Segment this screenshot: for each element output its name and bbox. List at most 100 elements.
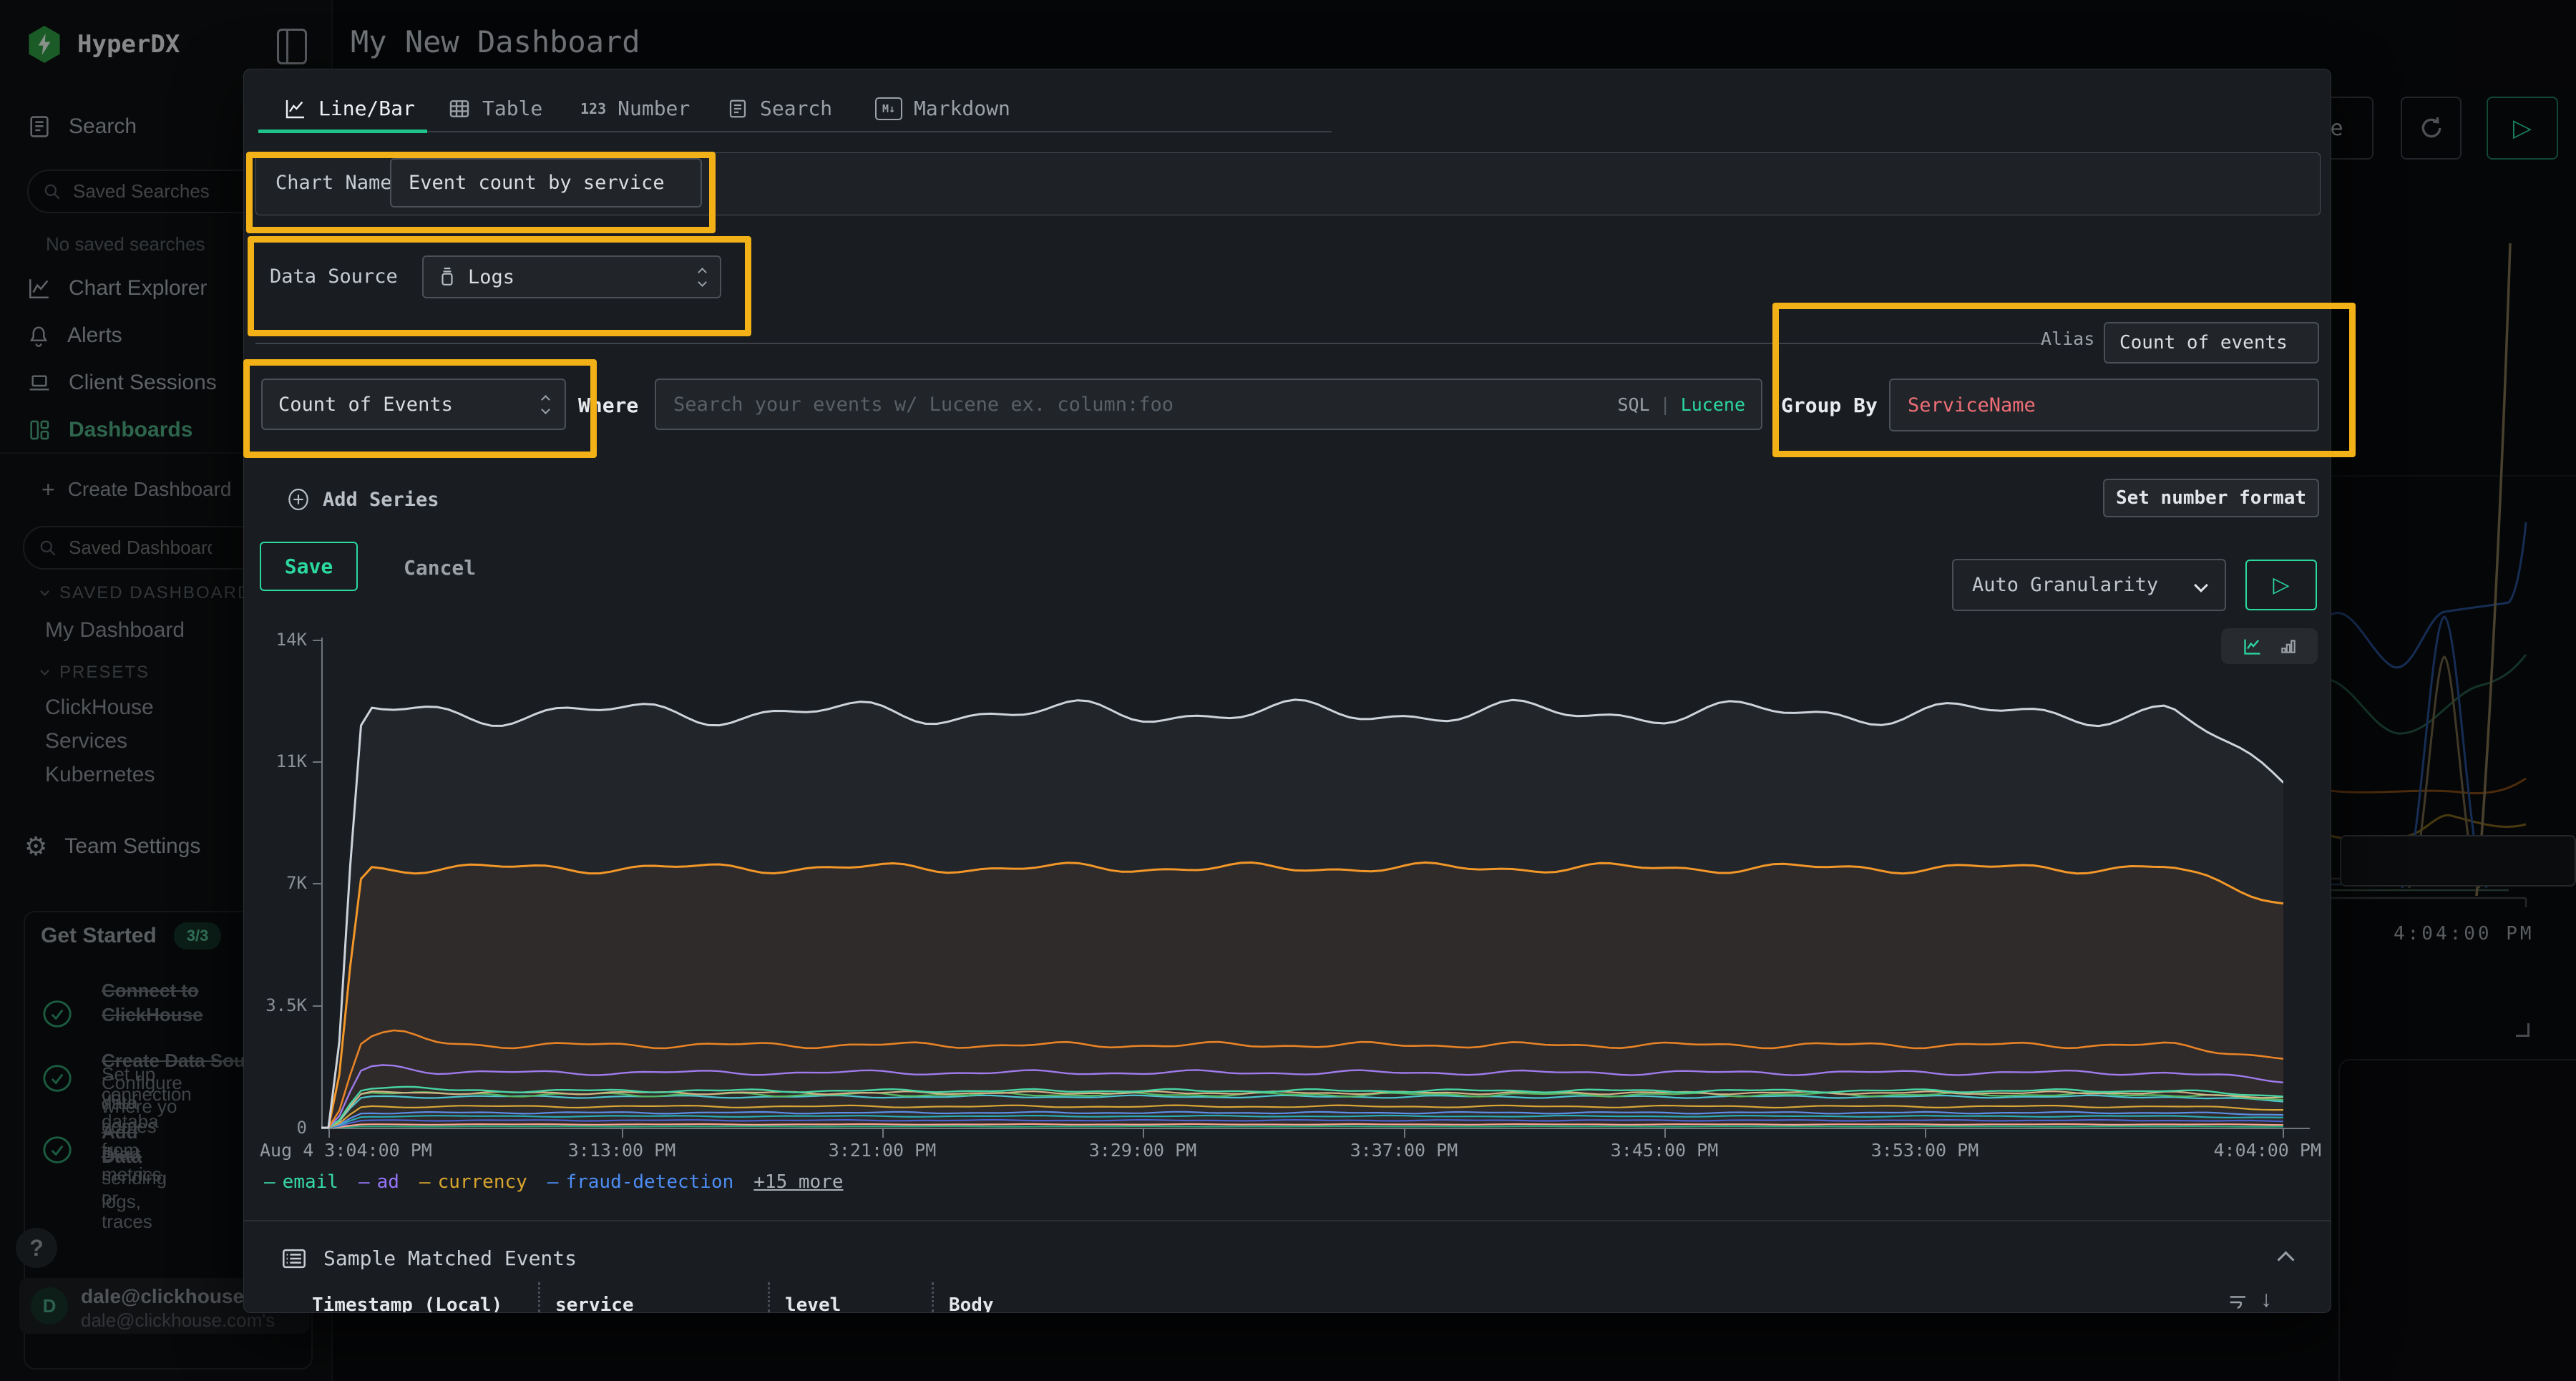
y-tick — [313, 1005, 321, 1007]
where-input[interactable]: SQL | Lucene — [655, 379, 1762, 430]
x-tick-label: 4:04:00 PM — [2213, 1140, 2321, 1161]
x-tick-label: 3:45:00 PM — [1611, 1140, 1719, 1161]
sort-icon[interactable] — [2228, 1293, 2249, 1312]
column-header-level[interactable]: level — [785, 1294, 841, 1313]
y-tick-label: 7K — [243, 872, 307, 894]
app-root: HyperDX Search No saved searches Chart E… — [0, 0, 2576, 1381]
tab-number[interactable]: 123 Number — [580, 97, 690, 120]
chart-name-input[interactable] — [390, 158, 702, 208]
y-tick-label: 0 — [243, 1117, 307, 1138]
select-chevrons-icon — [542, 396, 549, 413]
document-icon — [727, 97, 748, 120]
x-tick-label: 3:53:00 PM — [1871, 1140, 1979, 1161]
legend-dash: — — [264, 1171, 275, 1193]
legend-label: currency — [438, 1171, 527, 1193]
column-header-timestamp[interactable]: Timestamp (Local) — [312, 1294, 502, 1313]
run-chart-button[interactable]: ▷ — [2245, 560, 2317, 610]
x-tick — [1925, 1129, 1926, 1138]
x-tick — [328, 1129, 330, 1138]
group-by-label: Group By — [1781, 394, 1878, 417]
data-source-select[interactable]: Logs — [422, 255, 721, 298]
legend-dash: — — [358, 1171, 370, 1193]
x-tick-label: 3:37:00 PM — [1350, 1140, 1458, 1161]
toggle-divider: | — [1660, 394, 1671, 415]
tab-search[interactable]: Search — [727, 97, 832, 120]
chart-editor-modal: Line/Bar Table 123 Number Search M↓ Mark… — [243, 69, 2331, 1313]
tab-label: Table — [482, 97, 542, 120]
legend-more-link[interactable]: +15 more — [753, 1171, 843, 1193]
download-icon[interactable]: ↓ — [2260, 1286, 2272, 1312]
list-icon — [282, 1249, 306, 1269]
aggregation-select[interactable]: Count of Events — [261, 379, 566, 430]
legend-item-email[interactable]: — email — [264, 1171, 338, 1193]
where-field[interactable] — [672, 393, 1617, 416]
y-tick-label: 11K — [243, 751, 307, 772]
plus-circle-icon — [287, 488, 310, 511]
active-tab-underline — [258, 130, 427, 133]
x-tick-label: 3:29:00 PM — [1089, 1140, 1197, 1161]
tab-label: Search — [760, 97, 832, 120]
x-tick-label: 3:13:00 PM — [568, 1140, 676, 1161]
column-separator[interactable] — [932, 1282, 934, 1312]
data-source-label: Data Source — [270, 265, 398, 288]
tab-table[interactable]: Table — [448, 97, 542, 120]
series-divider — [255, 343, 2044, 344]
chart-legend: — email — ad — currency — fraud-detection +1… — [264, 1171, 844, 1193]
alias-input[interactable] — [2104, 322, 2319, 363]
legend-item-ad[interactable]: — ad — [358, 1171, 399, 1193]
collapse-panel-icon[interactable] — [2277, 1251, 2294, 1268]
column-separator[interactable] — [768, 1282, 770, 1312]
column-header-body[interactable]: Body — [949, 1294, 994, 1313]
section-divider — [244, 1220, 2331, 1221]
alias-label: Alias — [2041, 328, 2094, 349]
chevron-down-icon — [2194, 578, 2208, 592]
group-by-input[interactable] — [1889, 379, 2319, 431]
aggregation-value: Count of Events — [278, 394, 453, 416]
tab-label: Markdown — [914, 97, 1010, 120]
sample-events-header[interactable]: Sample Matched Events — [282, 1246, 577, 1270]
data-source-value: Logs — [468, 266, 514, 288]
database-icon — [438, 266, 457, 288]
tab-line-bar[interactable]: Line/Bar — [284, 97, 415, 120]
tab-markdown[interactable]: M↓ Markdown — [875, 97, 1010, 120]
lucene-toggle[interactable]: Lucene — [1681, 394, 1745, 415]
x-tick — [2283, 1129, 2284, 1138]
legend-item-fraud-detection[interactable]: — fraud-detection — [547, 1171, 733, 1193]
y-tick — [313, 883, 321, 884]
sql-toggle[interactable]: SQL — [1617, 394, 1649, 415]
cancel-button[interactable]: Cancel — [404, 556, 476, 580]
x-tick — [1143, 1129, 1144, 1138]
legend-dash: — — [547, 1171, 559, 1193]
select-chevrons-icon — [699, 269, 706, 286]
y-tick — [313, 640, 321, 641]
add-series-label: Add Series — [323, 489, 439, 511]
tab-label: Line/Bar — [318, 97, 415, 120]
chart-name-label: Chart Name — [275, 172, 392, 194]
legend-label: ad — [377, 1171, 399, 1193]
y-tick — [313, 761, 321, 763]
x-tick — [1404, 1129, 1405, 1138]
granularity-select[interactable]: Auto Granularity — [1952, 559, 2226, 611]
where-label: Where — [578, 394, 638, 417]
add-series-button[interactable]: Add Series — [287, 488, 439, 511]
query-language-toggle: SQL | Lucene — [1617, 394, 1745, 415]
column-header-service[interactable]: service — [555, 1294, 634, 1313]
save-button[interactable]: Save — [260, 542, 358, 591]
y-tick-label: 14K — [243, 629, 307, 650]
legend-dash: — — [419, 1171, 431, 1193]
legend-label: email — [283, 1171, 338, 1193]
x-tick — [882, 1129, 884, 1138]
x-tick — [622, 1129, 623, 1138]
group-by-field[interactable] — [1906, 394, 2302, 417]
number-icon: 123 — [580, 100, 606, 117]
main-chart[interactable] — [321, 634, 2283, 1129]
x-tick-label: 3:21:00 PM — [829, 1140, 937, 1161]
legend-item-currency[interactable]: — currency — [419, 1171, 527, 1193]
legend-label: fraud-detection — [565, 1171, 733, 1193]
set-number-format-button[interactable]: Set number format — [2103, 479, 2319, 517]
alias-field[interactable] — [2118, 331, 2305, 354]
chart-name-field[interactable] — [407, 171, 685, 195]
x-tick-label: Aug 4 3:04:00 PM — [260, 1140, 432, 1161]
sample-events-title: Sample Matched Events — [323, 1246, 577, 1270]
column-separator[interactable] — [538, 1282, 540, 1312]
